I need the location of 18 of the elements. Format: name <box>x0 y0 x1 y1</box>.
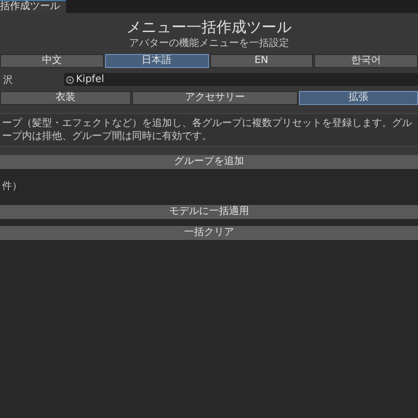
help-text: ープ（髪型・エフェクトなど）を追加し、各グループに複数プリセットを登録します。グループ内は排他、グループ間は同時に有効です。 <box>0 113 418 147</box>
window-tab[interactable]: 括作成ツール <box>0 0 66 13</box>
add-group-button[interactable]: グループを追加 <box>0 155 418 169</box>
clear-button[interactable]: 一括クリア <box>0 226 418 240</box>
page-title: メニュー一括作成ツール <box>126 17 292 37</box>
count-text: 件） <box>1 180 23 194</box>
category-tab[interactable]: アクセサリー <box>132 91 298 105</box>
category-tab[interactable]: 拡張 <box>299 91 418 105</box>
page-subtitle: アバターの機能メニューを一括設定 <box>128 37 290 50</box>
language-tab[interactable]: 中文 <box>0 54 104 68</box>
avatar-field[interactable]: Kipfel <box>64 73 418 86</box>
avatar-icon <box>66 76 74 84</box>
language-tab[interactable]: 한국어 <box>314 54 418 68</box>
language-tab[interactable]: 日本語 <box>104 54 208 68</box>
apply-button[interactable]: モデルに一括適用 <box>0 205 418 219</box>
category-tab[interactable]: 衣装 <box>0 91 131 105</box>
field-label: 沢 <box>2 74 14 86</box>
language-tab[interactable]: EN <box>210 54 314 68</box>
